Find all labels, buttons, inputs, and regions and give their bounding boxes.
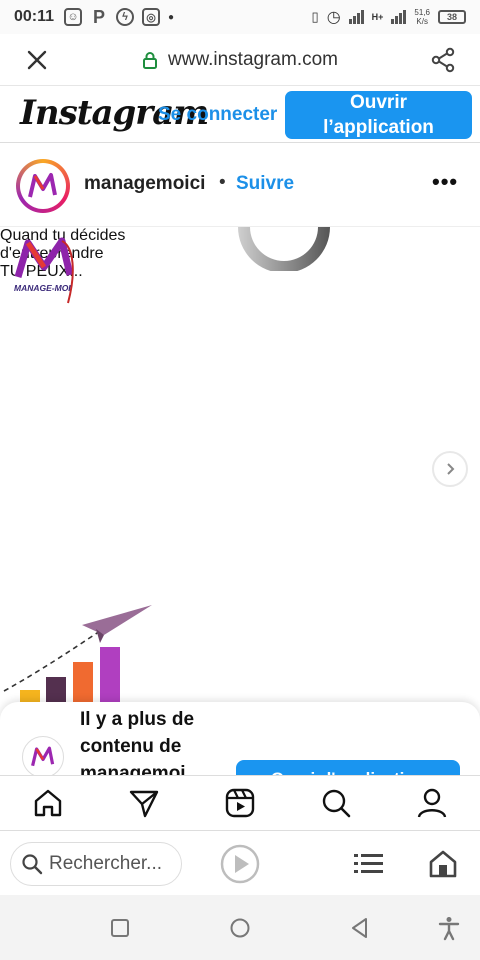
brand-logo-icon — [28, 173, 57, 198]
network-speed: 51,6 K/s — [414, 8, 430, 26]
nav-reels[interactable] — [216, 779, 264, 827]
system-navigation-bar — [0, 895, 480, 960]
instagram-bottom-nav — [0, 775, 480, 831]
login-link[interactable]: Se connecter — [158, 104, 277, 126]
browser-bottom-toolbar: Rechercher... — [0, 831, 480, 895]
share-icon — [431, 47, 455, 72]
pinterest-icon: P — [93, 6, 106, 27]
play-icon[interactable] — [220, 844, 260, 884]
signal-icon — [348, 10, 364, 24]
bar-4 — [100, 647, 120, 705]
vibrate-icon: ▯ — [311, 9, 319, 24]
sheet-message: Il y a plus de contenu de managemoi — [80, 709, 195, 782]
browser-url-bar: www.instagram.com — [0, 34, 480, 86]
sheet-avatar — [22, 736, 64, 778]
close-tab-button[interactable] — [0, 34, 74, 86]
bar-2 — [46, 677, 66, 705]
avatar[interactable] — [16, 159, 70, 213]
nav-direct[interactable] — [120, 779, 168, 827]
browser-search-field[interactable]: Rechercher... — [10, 842, 182, 886]
post-header: managemoici • Suivre ••• — [0, 143, 480, 227]
url-text: www.instagram.com — [168, 48, 338, 70]
messenger-icon: ϟ — [116, 8, 135, 26]
url-field[interactable]: www.instagram.com — [74, 49, 406, 71]
nav-profile[interactable] — [408, 779, 456, 827]
search-icon — [322, 789, 351, 818]
battery-icon: 38 — [438, 10, 466, 24]
back-icon[interactable] — [347, 915, 373, 941]
bar-3 — [73, 662, 93, 705]
accessibility-icon[interactable] — [436, 915, 462, 941]
brand-logo-text: MANAGE-MOI — [14, 283, 71, 293]
open-app-button[interactable]: Ouvrir l’application — [285, 91, 472, 139]
more-notifications-icon: ● — [168, 11, 175, 23]
chevron-right-icon — [447, 463, 455, 475]
status-time: 00:11 — [14, 8, 55, 25]
profile-icon — [417, 788, 447, 818]
signal-icon-2 — [391, 10, 407, 24]
status-bar: 00:11 ☺ P ϟ ◎ ● ▯ ◷ H+ 51,6 K/s 38 — [0, 0, 480, 34]
nav-search[interactable] — [312, 779, 360, 827]
search-icon — [22, 854, 43, 875]
share-button[interactable] — [406, 34, 480, 86]
recents-icon[interactable] — [107, 915, 133, 941]
post-image[interactable]: MANAGE-MOI Quand tu décides d'entreprend… — [0, 227, 480, 775]
follow-button[interactable]: Suivre — [236, 173, 294, 195]
loading-spinner-icon — [238, 227, 330, 271]
lock-icon — [143, 51, 157, 69]
network-type: H+ — [371, 12, 384, 22]
search-placeholder: Rechercher... — [49, 853, 162, 874]
browser-home-icon[interactable] — [428, 849, 458, 879]
instagram-header: Instagram Se connecter Ouvrir l’applicati… — [0, 87, 480, 143]
home-icon — [34, 789, 62, 817]
bottom-sheet: Il y a plus de contenu de managemoi Ouvr… — [0, 702, 480, 782]
tabs-list-icon[interactable] — [354, 851, 384, 877]
brand-logo-icon — [31, 746, 55, 767]
growth-illustration — [3, 605, 152, 705]
reels-icon — [225, 788, 255, 818]
nav-home[interactable] — [24, 779, 72, 827]
send-icon — [129, 790, 159, 818]
contacts-icon: ☺ — [64, 8, 83, 26]
brand-logo: MANAGE-MOI — [14, 237, 74, 304]
next-slide-button[interactable] — [432, 451, 468, 487]
alarm-icon: ◷ — [326, 9, 341, 26]
close-icon — [27, 50, 47, 69]
paper-plane-icon — [82, 605, 152, 635]
more-options-button[interactable]: ••• — [432, 169, 458, 195]
home-circle-icon[interactable] — [227, 915, 253, 941]
instagram-icon: ◎ — [142, 8, 161, 26]
separator-dot: • — [219, 172, 226, 193]
post-username[interactable]: managemoici — [84, 173, 205, 195]
